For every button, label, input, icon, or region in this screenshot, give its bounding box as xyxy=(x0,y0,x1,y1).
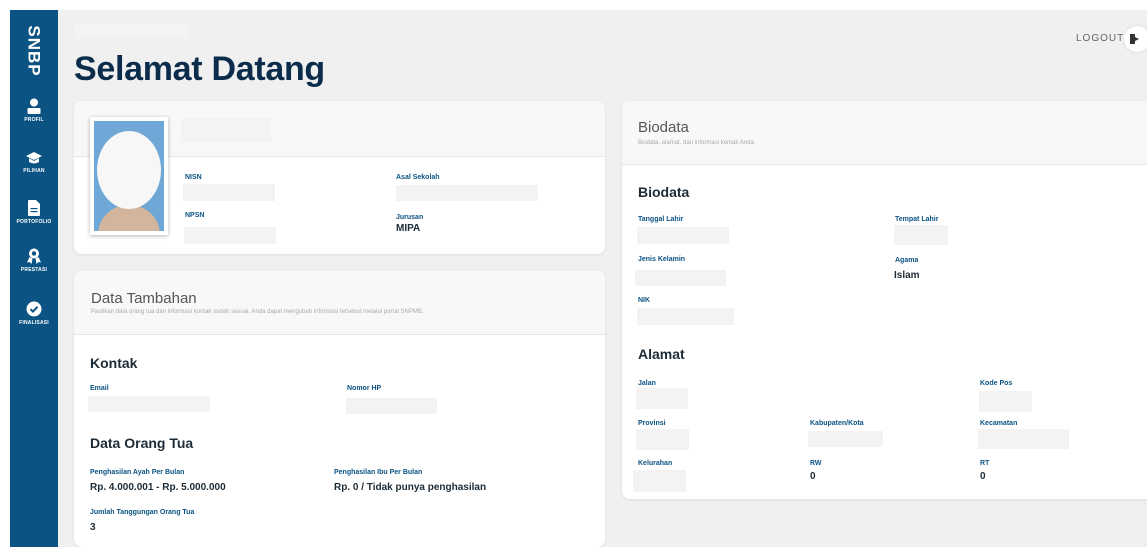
data-tambahan-title: Data Tambahan xyxy=(91,290,197,307)
npsn-label: NPSN xyxy=(185,212,205,219)
kecamatan-value-placeholder xyxy=(978,429,1069,449)
jurusan-value: MIPA xyxy=(396,223,421,234)
npsn-value-placeholder xyxy=(184,227,276,244)
data-orang-tua-heading: Data Orang Tua xyxy=(90,435,194,451)
sidebar-item-label: FINALISASI xyxy=(19,320,49,326)
sidebar-item-profil[interactable]: PROFIL xyxy=(10,98,58,123)
nik-label: NIK xyxy=(638,297,651,304)
nik-value-placeholder xyxy=(637,308,734,325)
rt-value: 0 xyxy=(980,471,986,482)
sidebar-item-finalisasi[interactable]: FINALISASI xyxy=(10,301,58,326)
kode-pos-value-placeholder xyxy=(979,391,1032,412)
email-value-placeholder xyxy=(88,396,210,412)
penghasilan-ibu-value: Rp. 0 / Tidak punya penghasilan xyxy=(334,482,487,493)
agama-value: Islam xyxy=(894,270,920,281)
logout-link[interactable]: LOGOUT xyxy=(1076,33,1124,44)
asal-sekolah-label: Asal Sekolah xyxy=(396,174,440,181)
sidebar-item-label: PORTOFOLIO xyxy=(16,219,52,225)
app-logo[interactable]: SNBP xyxy=(20,25,48,77)
asal-sekolah-value-placeholder xyxy=(396,185,538,201)
penghasilan-ibu-label: Penghasilan Ibu Per Bulan xyxy=(334,469,423,476)
sidebar-item-label: PROFIL xyxy=(24,117,44,123)
biodata-heading: Biodata xyxy=(638,184,690,200)
kelurahan-label: Kelurahan xyxy=(638,460,673,467)
logout-button[interactable] xyxy=(1124,26,1147,52)
jenis-kelamin-label: Jenis Kelamin xyxy=(638,256,686,263)
rw-label: RW xyxy=(810,460,822,467)
user-icon xyxy=(27,98,41,114)
page-title: Selamat Datang xyxy=(74,50,325,88)
kode-pos-label: Kode Pos xyxy=(980,380,1013,387)
provinsi-value-placeholder xyxy=(636,429,689,450)
jalan-label: Jalan xyxy=(638,380,656,387)
biodata-header xyxy=(622,101,1147,165)
page-top-edge xyxy=(0,0,1147,10)
penghasilan-ayah-label: Penghasilan Ayah Per Bulan xyxy=(90,469,185,476)
agama-label: Agama xyxy=(895,257,919,264)
biodata-title: Biodata xyxy=(638,119,689,136)
profile-card: NISN Asal Sekolah NPSN Jurusan MIPA xyxy=(74,101,605,254)
kabupaten-kota-value-placeholder xyxy=(808,431,883,447)
rt-label: RT xyxy=(980,460,990,467)
jalan-value-placeholder xyxy=(636,388,688,409)
jurusan-label: Jurusan xyxy=(396,214,424,221)
nomor-hp-value-placeholder xyxy=(346,398,437,414)
check-circle-icon xyxy=(26,301,42,317)
student-name-placeholder xyxy=(181,118,271,142)
graduation-cap-icon xyxy=(26,152,42,164)
award-icon xyxy=(27,248,41,264)
data-tambahan-card: Data Tambahan Pastikan data orang tua da… xyxy=(74,271,605,547)
jenis-kelamin-value-placeholder xyxy=(635,270,726,286)
biodata-card: Biodata Biodata, alamat, dan informasi k… xyxy=(622,101,1147,499)
biodata-subtitle: Biodata, alamat, dan informasi kontak An… xyxy=(638,140,756,146)
jumlah-tanggungan-value: 3 xyxy=(90,522,96,533)
kontak-heading: Kontak xyxy=(90,355,138,371)
alamat-heading: Alamat xyxy=(638,346,685,362)
app-logo-text: SNBP xyxy=(25,25,45,77)
sidebar-item-pilihan[interactable]: PILIHAN xyxy=(10,151,58,174)
logout-icon xyxy=(1129,34,1139,44)
sidebar-item-prestasi[interactable]: PRESTASI xyxy=(10,248,58,273)
data-tambahan-subtitle: Pastikan data orang tua dan informasi ko… xyxy=(91,309,424,315)
email-label: Email xyxy=(90,385,109,392)
tanggal-lahir-label: Tanggal Lahir xyxy=(638,216,684,223)
page-left-edge xyxy=(0,0,10,547)
kecamatan-label: Kecamatan xyxy=(980,420,1018,427)
tempat-lahir-value-placeholder xyxy=(894,225,948,245)
profile-photo xyxy=(90,117,168,235)
provinsi-label: Provinsi xyxy=(638,420,666,427)
kabupaten-kota-label: Kabupaten/Kota xyxy=(810,420,864,427)
sidebar-item-label: PRESTASI xyxy=(20,267,48,273)
sidebar: SNBP PROFIL PILIHAN PORTOFOLIO PRESTASI … xyxy=(10,10,58,547)
nisn-label: NISN xyxy=(185,174,202,181)
breadcrumb-placeholder xyxy=(74,24,189,38)
tempat-lahir-label: Tempat Lahir xyxy=(895,216,939,223)
sidebar-item-portofolio[interactable]: PORTOFOLIO xyxy=(10,200,58,225)
penghasilan-ayah-value: Rp. 4.000.001 - Rp. 5.000.000 xyxy=(90,482,226,493)
jumlah-tanggungan-label: Jumlah Tanggungan Orang Tua xyxy=(90,509,195,516)
nomor-hp-label: Nomor HP xyxy=(347,385,382,392)
kelurahan-value-placeholder xyxy=(633,470,686,492)
sidebar-item-label: PILIHAN xyxy=(23,168,45,174)
tanggal-lahir-value-placeholder xyxy=(637,227,729,244)
nisn-value-placeholder xyxy=(183,184,275,201)
rw-value: 0 xyxy=(810,471,816,482)
file-icon xyxy=(28,200,40,216)
